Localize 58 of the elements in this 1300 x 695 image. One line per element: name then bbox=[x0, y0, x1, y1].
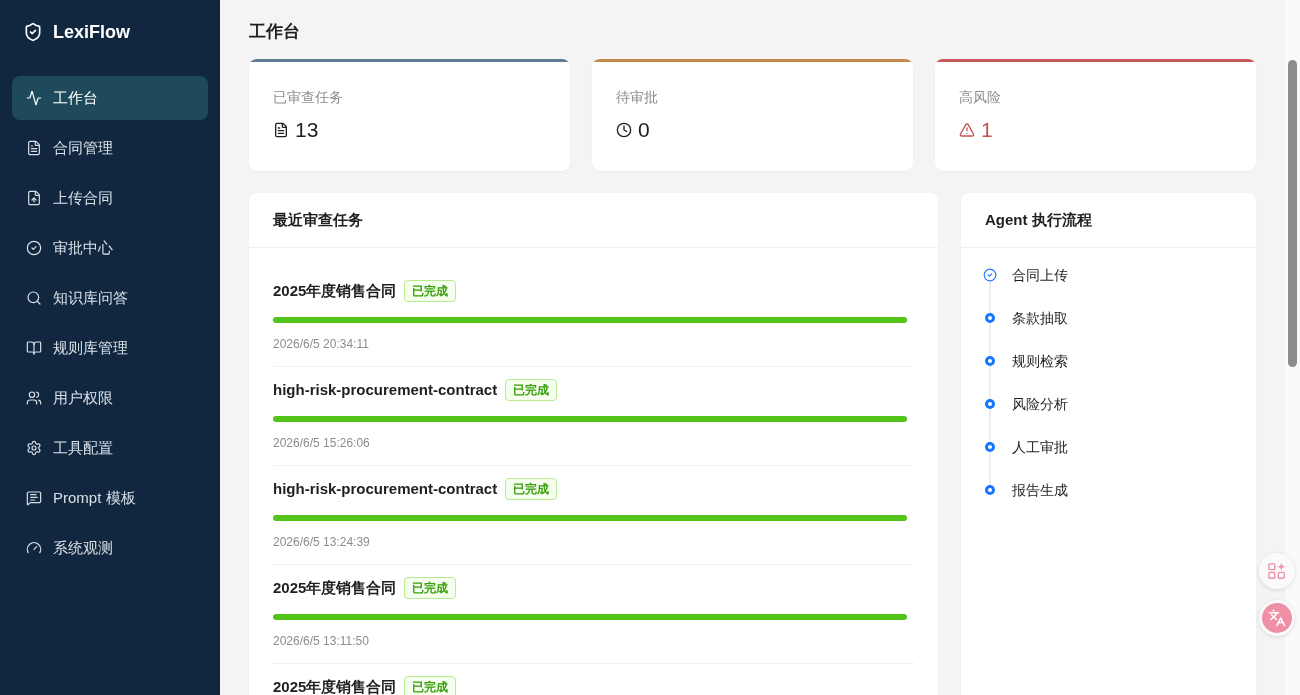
stat-label: 已审查任务 bbox=[273, 88, 344, 107]
card-title: 最近审查任务 bbox=[273, 210, 363, 230]
stat-label: 待审批 bbox=[616, 88, 659, 107]
warning-icon bbox=[959, 122, 975, 138]
stat-value: 1 bbox=[981, 117, 993, 143]
task-title: 2025年度销售合同 bbox=[273, 281, 397, 301]
document-icon bbox=[26, 140, 42, 156]
status-tag: 已完成 bbox=[404, 676, 457, 695]
sidebar-item[interactable]: 系统观测 bbox=[12, 526, 208, 570]
sidebar-item[interactable]: 知识库问答 bbox=[12, 276, 208, 320]
stat-label: 高风险 bbox=[959, 88, 1002, 107]
sidebar-item[interactable]: 用户权限 bbox=[12, 376, 208, 420]
sidebar-item[interactable]: 上传合同 bbox=[12, 176, 208, 220]
shield-check-icon bbox=[23, 22, 43, 42]
status-tag: 已完成 bbox=[404, 280, 457, 302]
status-tag: 已完成 bbox=[404, 577, 457, 599]
status-tag: 已完成 bbox=[505, 478, 558, 500]
brand-name: LexiFlow bbox=[53, 21, 130, 44]
chat-icon bbox=[26, 490, 42, 506]
task-title: high-risk-procurement-contract bbox=[273, 380, 498, 400]
task-time: 2026/6/5 20:34:11 bbox=[273, 336, 369, 353]
stat-value: 13 bbox=[295, 117, 319, 143]
sidebar-item[interactable]: 合同管理 bbox=[12, 126, 208, 170]
stat-value: 0 bbox=[638, 117, 650, 143]
step-label: 合同上传 bbox=[1012, 266, 1068, 285]
search-icon bbox=[26, 290, 42, 306]
scrollbar-thumb[interactable] bbox=[1288, 60, 1297, 367]
scrollbar[interactable] bbox=[1285, 0, 1300, 695]
task-title: 2025年度销售合同 bbox=[273, 578, 397, 598]
step-label: 条款抽取 bbox=[1012, 309, 1068, 328]
settings-icon bbox=[26, 440, 42, 456]
task-title: 2025年度销售合同 bbox=[273, 677, 397, 695]
task-time: 2026/6/5 15:26:06 bbox=[273, 435, 370, 452]
task-time: 2026/6/5 13:24:39 bbox=[273, 534, 370, 551]
clock-icon bbox=[616, 122, 632, 138]
step-label: 报告生成 bbox=[1012, 481, 1068, 500]
sidebar-item[interactable]: 规则库管理 bbox=[12, 326, 208, 370]
file-upload-icon bbox=[26, 190, 42, 206]
task-title: high-risk-procurement-contract bbox=[273, 479, 498, 499]
document-icon bbox=[273, 122, 289, 138]
sidebar-item[interactable]: 工作台 bbox=[12, 76, 208, 120]
apps-sparkle-icon bbox=[1268, 562, 1286, 580]
task-time: 2026/6/5 13:11:50 bbox=[273, 633, 369, 650]
pulse-line-icon bbox=[26, 90, 42, 106]
page-title: 工作台 bbox=[249, 21, 300, 43]
card-title: Agent 执行流程 bbox=[985, 210, 1092, 230]
status-tag: 已完成 bbox=[505, 379, 558, 401]
sidebar-item[interactable]: Prompt 模板 bbox=[12, 476, 208, 520]
step-label: 规则检索 bbox=[1012, 352, 1068, 371]
gauge-icon bbox=[26, 540, 42, 556]
users-icon bbox=[26, 390, 42, 406]
step-label: 风险分析 bbox=[1012, 395, 1068, 414]
step-label: 人工审批 bbox=[1012, 438, 1068, 457]
check-circle-icon bbox=[26, 240, 42, 256]
sidebar-item[interactable]: 工具配置 bbox=[12, 426, 208, 470]
book-icon bbox=[26, 340, 42, 356]
sidebar-item[interactable]: 审批中心 bbox=[12, 226, 208, 270]
translate-icon bbox=[1262, 603, 1292, 633]
